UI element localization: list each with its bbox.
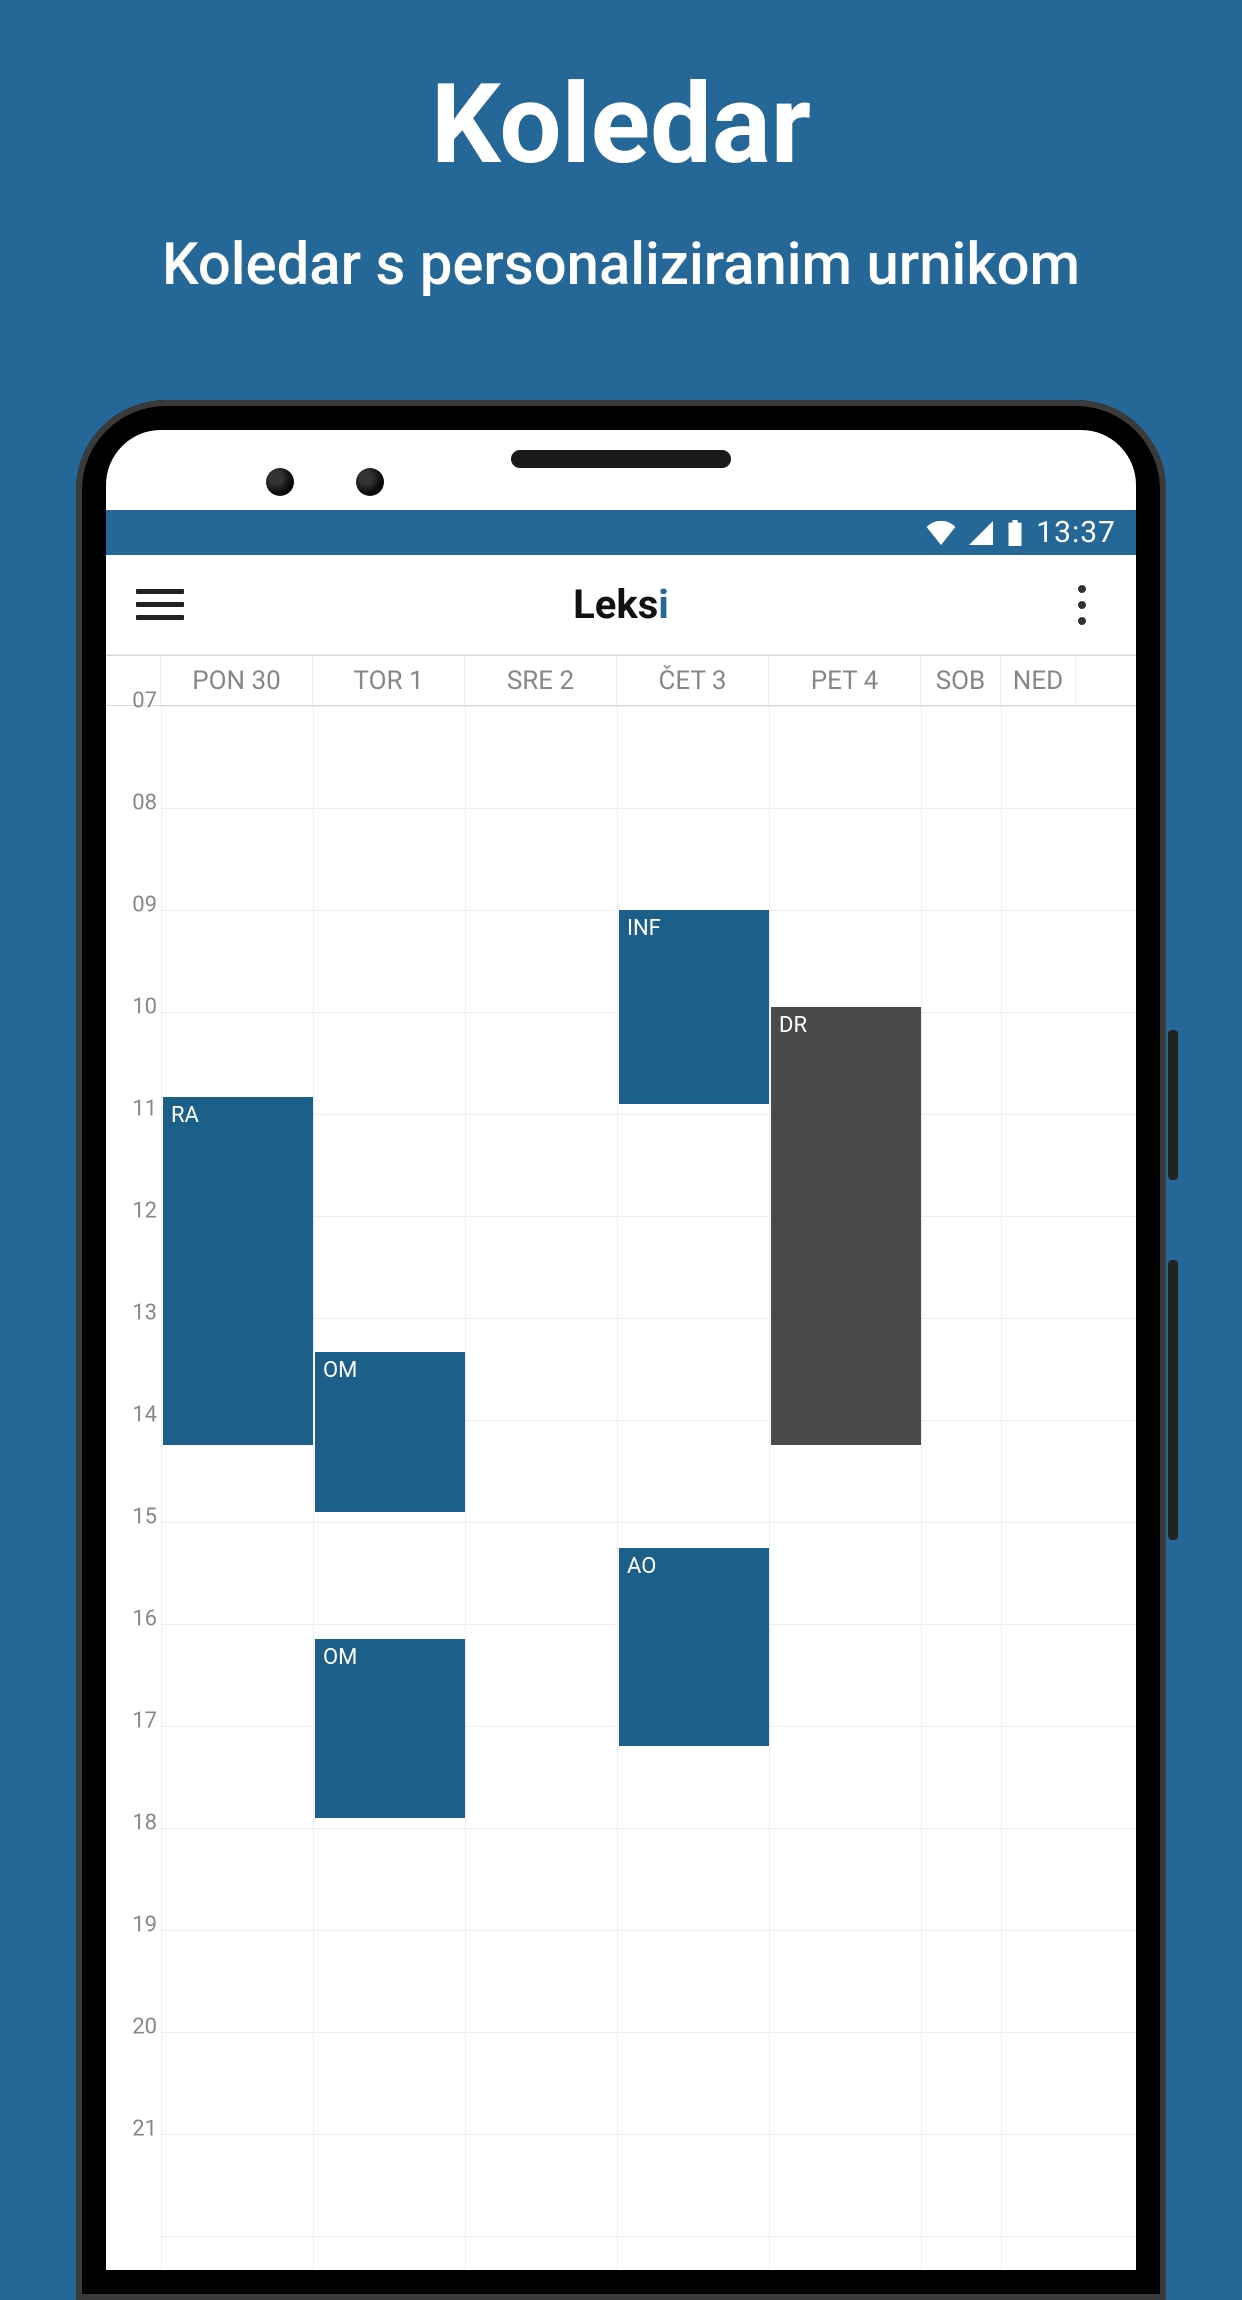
phone-camera — [356, 468, 384, 496]
hour-label: 19 — [106, 1913, 157, 1938]
status-time: 13:37 — [1036, 515, 1116, 550]
phone-camera — [266, 468, 294, 496]
wifi-icon — [926, 521, 956, 545]
phone-speaker — [511, 450, 731, 468]
calendar-event[interactable]: DR — [771, 1007, 921, 1446]
day-column[interactable] — [921, 706, 1001, 2270]
day-header-cell[interactable]: NED — [1001, 656, 1076, 705]
calendar-columns: RAOMOMINFAODR — [161, 706, 1136, 2270]
calendar-event[interactable]: OM — [315, 1639, 465, 1818]
hour-label: 13 — [106, 1301, 157, 1326]
time-gutter: 070809101112131415161718192021 — [106, 706, 161, 2270]
cellular-icon — [968, 521, 994, 545]
day-header-cell[interactable]: SOB — [921, 656, 1001, 705]
app-bar: Leksi — [106, 555, 1136, 655]
calendar-event[interactable]: AO — [619, 1548, 769, 1747]
power-button — [1168, 1030, 1178, 1180]
calendar-grid[interactable]: 070809101112131415161718192021 RAOMOMINF… — [106, 706, 1136, 2270]
day-column[interactable]: DR — [769, 706, 921, 2270]
hour-label: 09 — [106, 893, 157, 918]
day-header-cell[interactable]: ČET 3 — [617, 656, 769, 705]
app-title: Leksi — [573, 581, 669, 628]
hour-label: 17 — [106, 1709, 157, 1734]
hour-label: 20 — [106, 2015, 157, 2040]
calendar-day-header: PON 30TOR 1SRE 2ČET 3PET 4SOBNED — [106, 656, 1136, 706]
day-header-cell[interactable]: TOR 1 — [313, 656, 465, 705]
day-column[interactable]: RA — [161, 706, 313, 2270]
hour-label: 07 — [106, 689, 157, 714]
day-header-cell[interactable]: PET 4 — [769, 656, 921, 705]
hour-label: 08 — [106, 791, 157, 816]
day-header-cell[interactable]: PON 30 — [161, 656, 313, 705]
app-title-main: Leks — [573, 581, 658, 628]
hour-label: 18 — [106, 1811, 157, 1836]
promo-subtitle: Koledar s personaliziranim urnikom — [0, 229, 1242, 302]
more-options-icon[interactable] — [1058, 581, 1106, 629]
calendar-event[interactable]: RA — [163, 1097, 313, 1446]
day-column[interactable] — [1001, 706, 1076, 2270]
promo-title: Koledar — [0, 60, 1242, 189]
calendar[interactable]: PON 30TOR 1SRE 2ČET 3PET 4SOBNED 07 08 09 1… — [106, 655, 1136, 2270]
day-header-cell[interactable]: SRE 2 — [465, 656, 617, 705]
app-title-accent: i — [658, 581, 669, 628]
phone-frame: 13:37 Leksi PON 30TOR 1SRE 2ČET 3PET 4SO… — [76, 400, 1166, 2300]
hour-label: 10 — [106, 995, 157, 1020]
hour-label: 15 — [106, 1505, 157, 1530]
hour-label: 12 — [106, 1199, 157, 1224]
battery-icon — [1006, 520, 1024, 546]
hour-label: 21 — [106, 2117, 157, 2142]
calendar-event[interactable]: INF — [619, 910, 769, 1104]
status-bar: 13:37 — [106, 510, 1136, 555]
hour-label: 14 — [106, 1403, 157, 1428]
hour-label: 11 — [106, 1097, 157, 1122]
calendar-event[interactable]: OM — [315, 1352, 465, 1512]
day-column[interactable] — [465, 706, 617, 2270]
day-column[interactable]: OM OM — [313, 706, 465, 2270]
day-column[interactable]: INF AO — [617, 706, 769, 2270]
phone-screen: 13:37 Leksi PON 30TOR 1SRE 2ČET 3PET 4SO… — [106, 430, 1136, 2270]
hamburger-menu-icon[interactable] — [136, 581, 184, 629]
volume-button — [1168, 1260, 1178, 1540]
hour-label: 16 — [106, 1607, 157, 1632]
